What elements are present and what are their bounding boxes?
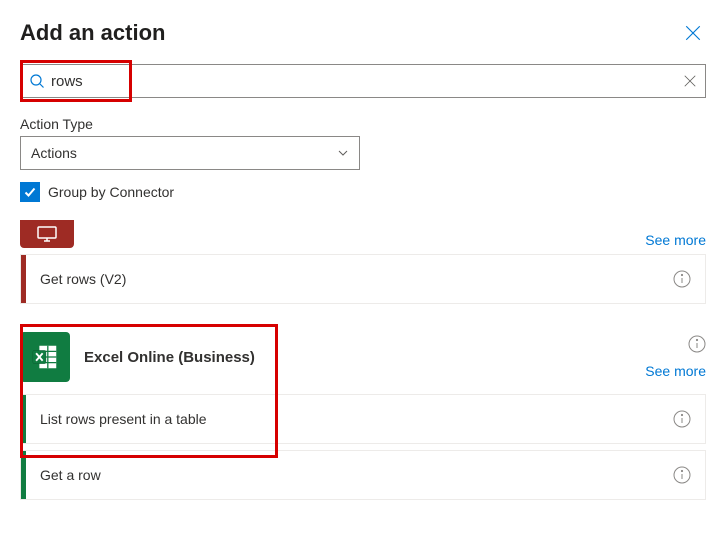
info-button[interactable] (673, 410, 691, 428)
action-label: Get a row (26, 467, 673, 483)
search-input[interactable] (51, 73, 683, 90)
action-label: Get rows (V2) (26, 271, 673, 287)
page-title: Add an action (20, 20, 165, 46)
connector-tile-sql[interactable] (20, 220, 74, 248)
action-get-a-row[interactable]: Get a row (20, 450, 706, 500)
action-get-rows-v2[interactable]: Get rows (V2) (20, 254, 706, 304)
action-type-select[interactable]: Actions (20, 136, 360, 170)
action-label: List rows present in a table (26, 411, 673, 427)
excel-icon (30, 342, 60, 372)
group-by-connector-label: Group by Connector (48, 184, 174, 200)
info-button[interactable] (673, 466, 691, 484)
connector-icon-excel (20, 332, 70, 382)
info-icon (673, 410, 691, 428)
search-icon (29, 73, 45, 89)
connector-header-excel[interactable]: Excel Online (Business) See more (20, 332, 706, 382)
info-button[interactable] (688, 335, 706, 353)
chevron-down-icon (337, 147, 349, 159)
info-icon (673, 466, 691, 484)
monitor-icon (36, 226, 58, 242)
search-box[interactable] (20, 64, 706, 98)
action-list-rows-present[interactable]: List rows present in a table (20, 394, 706, 444)
see-more-link-sql[interactable]: See more (645, 232, 706, 248)
close-icon (684, 24, 702, 42)
action-type-value: Actions (31, 145, 77, 161)
action-type-label: Action Type (20, 116, 706, 132)
group-by-connector-checkbox[interactable] (20, 182, 40, 202)
info-button[interactable] (673, 270, 691, 288)
checkmark-icon (23, 185, 37, 199)
clear-search-button[interactable] (683, 74, 697, 88)
x-icon (683, 74, 697, 88)
see-more-link-excel[interactable]: See more (645, 363, 706, 379)
info-icon (688, 335, 706, 353)
close-button[interactable] (680, 20, 706, 46)
info-icon (673, 270, 691, 288)
connector-name-excel: Excel Online (Business) (70, 349, 645, 366)
